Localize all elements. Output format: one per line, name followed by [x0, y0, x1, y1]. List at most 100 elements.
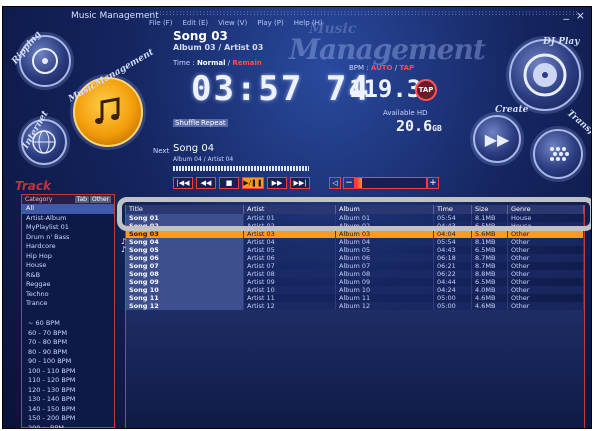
dj-play-button[interactable] — [509, 39, 581, 111]
next-label: Next — [153, 147, 170, 155]
rewind-icon[interactable]: ◀◀ — [196, 177, 216, 189]
category-item[interactable]: Trance — [22, 299, 114, 309]
table-cell-artist: Artist 10 — [244, 286, 336, 294]
table-row[interactable]: Song 11 Artist 11 Album 11 05:00 4.6MB Other — [126, 294, 584, 302]
shuffle-button[interactable]: Shuffle — [173, 119, 202, 127]
time-mode-normal[interactable]: Normal — [197, 59, 226, 67]
skip-forward-icon[interactable]: ▶▶| — [290, 177, 310, 189]
table-cell-title: Song 05 — [126, 246, 244, 254]
category-tab[interactable]: Tab — [74, 196, 89, 203]
stop-icon[interactable]: ■ — [219, 177, 239, 189]
table-row[interactable]: Song 12 Artist 12 Album 12 05:00 4.6MB Other — [126, 302, 584, 310]
bpm-value: 119.3 — [349, 75, 422, 103]
playback-progress-bar[interactable] — [173, 166, 309, 171]
table-cell-genre: Other — [508, 270, 584, 278]
table-cell-artist: Artist 11 — [244, 294, 336, 302]
minimize-icon[interactable]: _ — [564, 7, 570, 20]
brand-watermark-management: Management — [289, 33, 486, 66]
category-header-label: Category — [25, 196, 53, 203]
transfer-button[interactable] — [533, 129, 583, 179]
category-item[interactable]: All — [22, 204, 114, 214]
bpm-mode-row: BPM : AUTO / TAP — [349, 64, 415, 72]
table-row[interactable]: Song 03 Artist 03 Album 03 04:04 5.6MB Other — [126, 230, 584, 238]
bpm-range-item[interactable]: 110 - 120 BPM — [22, 376, 114, 386]
category-item[interactable]: Hardcore — [22, 242, 114, 252]
table-cell-title: Song 03 — [126, 230, 244, 238]
table-cell-size: 5.6MB — [472, 230, 508, 238]
table-cell-time: 05:00 — [434, 302, 472, 310]
bpm-mode-auto[interactable]: AUTO — [371, 64, 393, 72]
table-row[interactable]: Song 04 Artist 04 Album 04 05:54 8.1MB Other — [126, 238, 584, 246]
category-item[interactable]: MyPlaylist 01 — [22, 223, 114, 233]
category-item[interactable]: Drum n' Bass — [22, 233, 114, 243]
table-row[interactable]: Song 08 Artist 08 Album 08 06:22 8.8MB Other — [126, 270, 584, 278]
available-hd-label: Available HD — [383, 109, 428, 117]
table-cell-time: 06:18 — [434, 254, 472, 262]
category-item[interactable]: R&B — [22, 271, 114, 281]
table-row[interactable]: Song 09 Artist 09 Album 09 04:44 6.5MB Other — [126, 278, 584, 286]
table-cell-artist: Artist 03 — [244, 230, 336, 238]
skip-back-icon[interactable]: |◀◀ — [173, 177, 193, 189]
table-cell-album: Album 08 — [336, 270, 434, 278]
turntable-icon — [511, 41, 579, 109]
table-cell-time: 04:04 — [434, 230, 472, 238]
bpm-range-list: ~ 60 BPM 60 - 70 BPM 70 - 80 BPM 80 - 90 BP… — [22, 319, 114, 429]
category-item[interactable]: Artist-Album — [22, 214, 114, 224]
time-mode-remain[interactable]: Remain — [232, 59, 262, 67]
volume-fill — [356, 178, 362, 188]
bpm-range-item[interactable]: 100 - 110 BPM — [22, 367, 114, 377]
table-row[interactable]: Song 06 Artist 06 Album 06 06:18 8.7MB Other — [126, 254, 584, 262]
bpm-range-item[interactable]: 90 - 100 BPM — [22, 357, 114, 367]
bpm-range-item[interactable]: 120 - 130 BPM — [22, 386, 114, 396]
table-cell-time: 04:24 — [434, 286, 472, 294]
tap-button[interactable]: TAP — [415, 79, 437, 101]
bpm-range-item[interactable]: ~ 60 BPM — [22, 319, 114, 329]
table-cell-artist: Artist 08 — [244, 270, 336, 278]
table-cell-time: 04:44 — [434, 278, 472, 286]
close-icon[interactable]: × — [576, 9, 585, 22]
bpm-range-item[interactable]: 80 - 90 BPM — [22, 348, 114, 358]
bpm-range-item[interactable]: 130 - 140 BPM — [22, 395, 114, 405]
table-cell-genre: Other — [508, 286, 584, 294]
table-cell-genre: Other — [508, 246, 584, 254]
menu-view[interactable]: View (V) — [218, 19, 247, 27]
speaker-icon[interactable]: ◁ — [329, 177, 341, 189]
table-cell-title: Song 06 — [126, 254, 244, 262]
menu-edit[interactable]: Edit (E) — [182, 19, 208, 27]
table-cell-size: 6.5MB — [472, 278, 508, 286]
table-cell-time: 06:21 — [434, 262, 472, 270]
bpm-range-item[interactable]: 200 ~ BPM — [22, 424, 114, 429]
bpm-range-item[interactable]: 150 - 200 BPM — [22, 414, 114, 424]
bpm-range-item[interactable]: 60 - 70 BPM — [22, 329, 114, 339]
volume-down-button[interactable]: − — [343, 177, 355, 189]
bpm-range-item[interactable]: 70 - 80 BPM — [22, 338, 114, 348]
menu-file[interactable]: File (F) — [149, 19, 172, 27]
hd-value-number: 20.6 — [396, 117, 433, 135]
table-row[interactable]: Song 07 Artist 07 Album 07 06:21 8.7MB Other — [126, 262, 584, 270]
category-item[interactable]: House — [22, 261, 114, 271]
table-cell-title: Song 10 — [126, 286, 244, 294]
table-cell-album: Album 06 — [336, 254, 434, 262]
table-row[interactable]: Song 05 Artist 05 Album 05 04:43 6.5MB Other — [126, 246, 584, 254]
table-cell-album: Album 10 — [336, 286, 434, 294]
volume-slider[interactable] — [355, 177, 427, 189]
table-row[interactable]: Song 10 Artist 10 Album 10 04:24 4.0MB Other — [126, 286, 584, 294]
menu-play[interactable]: Play (P) — [257, 19, 284, 27]
category-item[interactable]: Hip Hop — [22, 252, 114, 262]
category-panel: Category Tab Other All Artist-Album MyPlayl… — [21, 194, 115, 428]
bpm-range-item[interactable]: 140 - 150 BPM — [22, 405, 114, 415]
volume-up-button[interactable]: + — [427, 177, 439, 189]
repeat-button[interactable]: Repeat — [199, 119, 228, 127]
table-cell-album: Album 09 — [336, 278, 434, 286]
category-tab-other[interactable]: Other — [89, 196, 111, 203]
create-button[interactable]: ▶▶ — [473, 115, 521, 163]
category-item[interactable]: Reggae — [22, 280, 114, 290]
bpm-mode-tap[interactable]: TAP — [399, 64, 414, 72]
next-song-title: Song 04 — [173, 143, 215, 154]
table-cell-artist: Artist 06 — [244, 254, 336, 262]
transfer-arrows-icon — [535, 131, 581, 177]
bpm-label: BPM : — [349, 64, 369, 72]
fast-forward-icon[interactable]: ▶▶ — [267, 177, 287, 189]
play-pause-icon[interactable]: ▶/❚❚ — [242, 177, 264, 189]
category-item[interactable]: Techno — [22, 290, 114, 300]
